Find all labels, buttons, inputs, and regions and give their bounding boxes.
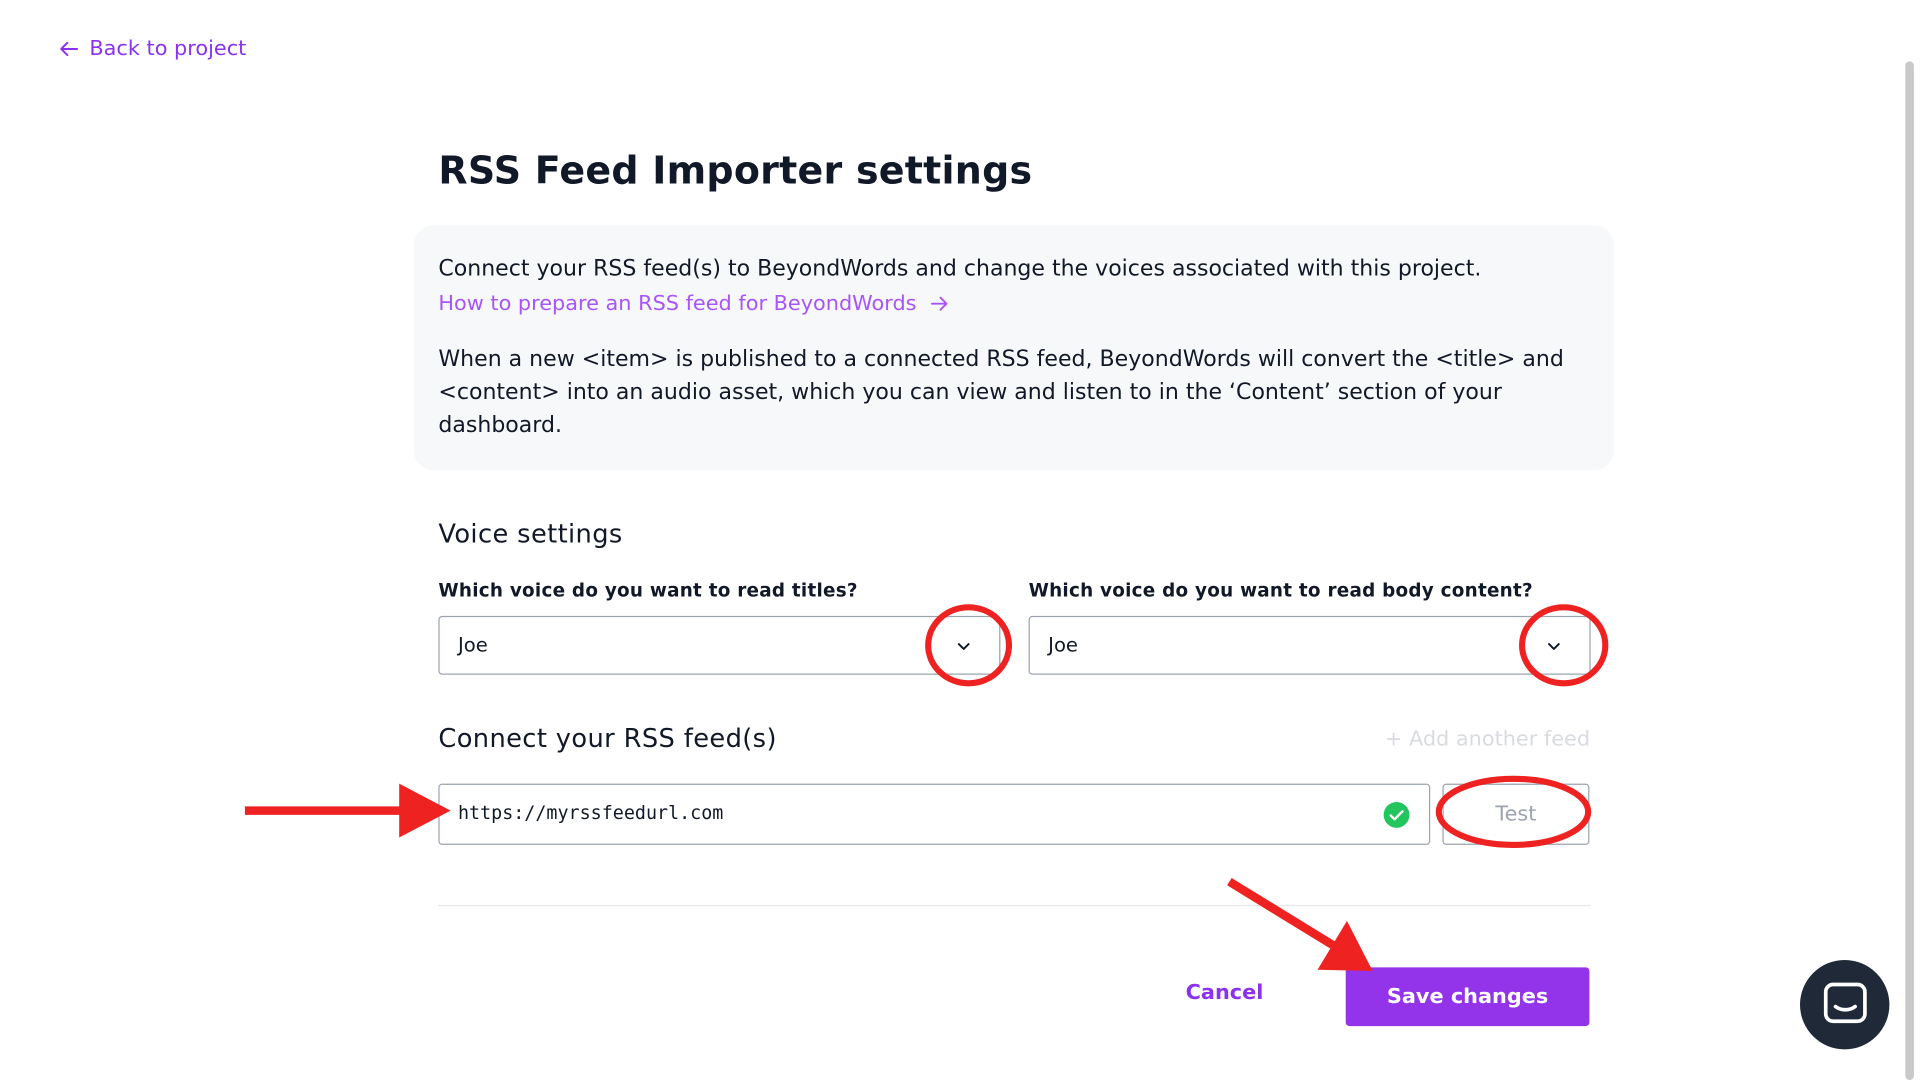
chat-launcher-button[interactable] — [1800, 960, 1890, 1050]
back-link-label: Back to project — [89, 36, 247, 62]
info-intro-text: Connect your RSS feed(s) to BeyondWords … — [438, 255, 1482, 282]
page-title: RSS Feed Importer settings — [438, 149, 1033, 194]
rss-guide-link[interactable]: How to prepare an RSS feed for BeyondWor… — [438, 291, 948, 316]
check-circle-icon — [1383, 801, 1410, 828]
back-to-project-link[interactable]: Back to project — [58, 37, 247, 61]
title-voice-value: Joe — [457, 633, 488, 657]
body-voice-value: Joe — [1048, 633, 1078, 657]
test-feed-button[interactable]: Test — [1442, 783, 1590, 845]
cancel-button[interactable]: Cancel — [1176, 981, 1274, 1013]
chevron-down-icon[interactable] — [955, 638, 972, 655]
body-voice-label: Which voice do you want to read body con… — [1028, 579, 1533, 602]
rss-guide-link-label: How to prepare an RSS feed for BeyondWor… — [438, 291, 917, 316]
arrow-left-icon — [60, 41, 79, 57]
info-body-text: When a new <item> is published to a conn… — [438, 346, 1564, 439]
voice-settings-heading: Voice settings — [438, 519, 623, 549]
arrow-right-icon — [930, 296, 947, 311]
annotation-arrow-url — [244, 783, 451, 838]
rss-feed-url-input[interactable]: https://myrssfeedurl.com — [438, 783, 1431, 845]
add-another-feed-button[interactable]: + Add another feed — [1385, 727, 1590, 751]
title-voice-label: Which voice do you want to read titles? — [438, 579, 858, 602]
body-voice-select[interactable]: Joe — [1028, 615, 1591, 675]
chevron-down-icon[interactable] — [1545, 638, 1562, 655]
save-changes-button[interactable]: Save changes — [1345, 967, 1590, 1027]
info-panel: Connect your RSS feed(s) to BeyondWords … — [413, 225, 1614, 471]
chat-bubble-icon — [1823, 982, 1867, 1024]
divider — [438, 904, 1591, 907]
rss-feed-url-value: https://myrssfeedurl.com — [457, 802, 724, 825]
title-voice-select[interactable]: Joe — [438, 615, 1001, 675]
scrollbar[interactable] — [1905, 61, 1914, 1080]
annotation-arrow-save — [1227, 877, 1373, 972]
rss-feeds-heading: Connect your RSS feed(s) — [438, 723, 777, 754]
